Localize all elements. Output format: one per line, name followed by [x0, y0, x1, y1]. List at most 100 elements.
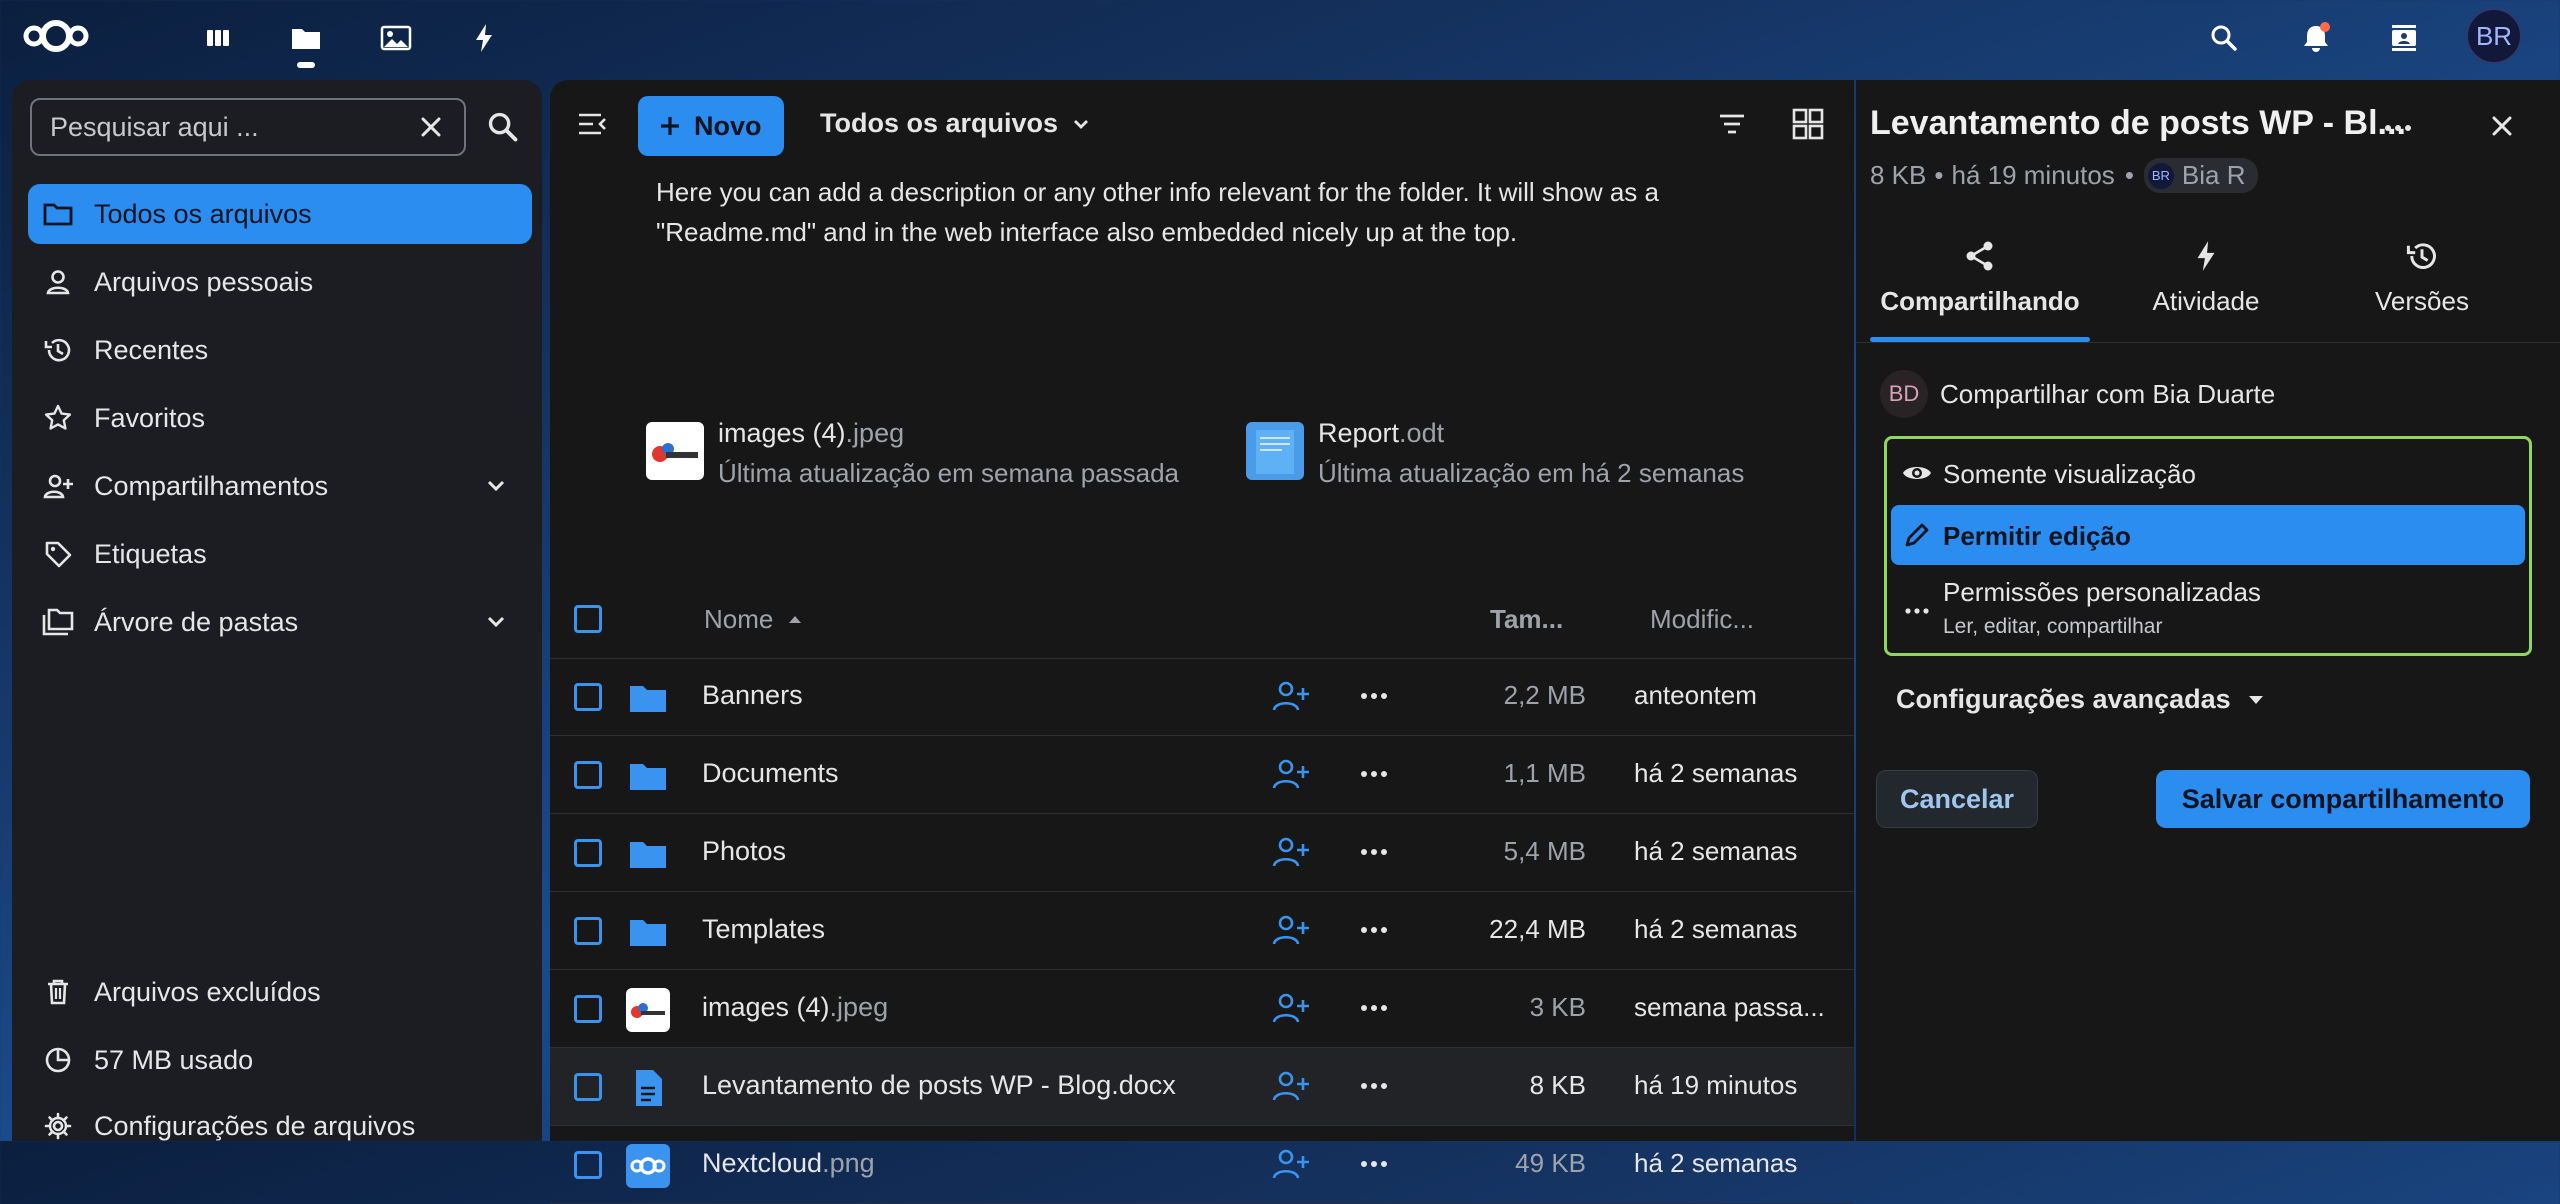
- more-actions-icon[interactable]: [1356, 1068, 1392, 1104]
- owner-chip[interactable]: BR Bia R: [2143, 158, 2258, 193]
- tab-label: Versões: [2375, 286, 2469, 316]
- user-avatar[interactable]: BR: [2466, 8, 2522, 64]
- row-checkbox[interactable]: [574, 995, 602, 1023]
- nav-item-all-files[interactable]: Todos os arquivos: [28, 184, 532, 244]
- more-actions-icon[interactable]: [1356, 1146, 1392, 1182]
- grid-view-icon[interactable]: [1790, 106, 1826, 142]
- column-size-header[interactable]: Tam...: [1490, 604, 1563, 635]
- file-size: 5,4 MB: [1503, 836, 1586, 866]
- tab-versions[interactable]: Versões: [2332, 236, 2512, 342]
- folder-icon: [626, 676, 670, 720]
- more-actions-icon[interactable]: [1356, 912, 1392, 948]
- chevron-down-icon[interactable]: [476, 602, 516, 642]
- sidebar-more-icon[interactable]: [2380, 110, 2416, 146]
- recent-file-card[interactable]: Report.odt Última atualização em há 2 se…: [1246, 410, 1806, 490]
- nav-item-favorites[interactable]: Favoritos: [28, 388, 532, 448]
- row-checkbox[interactable]: [574, 917, 602, 945]
- file-name: Levantamento de posts WP - Blog.docx: [702, 1070, 1176, 1100]
- contacts-icon[interactable]: [2384, 18, 2424, 58]
- table-row[interactable]: Documents 1,1 MB há 2 semanas: [550, 736, 1854, 814]
- permission-allow-edit[interactable]: Permitir edição: [1891, 505, 2525, 565]
- nav-item-settings[interactable]: Configurações de arquivos: [28, 1096, 532, 1156]
- clear-search-icon[interactable]: [416, 112, 446, 142]
- share-icon[interactable]: [1270, 990, 1310, 1026]
- file-size-label: 8 KB: [1870, 160, 1927, 190]
- nav-item-personal-files[interactable]: Arquivos pessoais: [28, 252, 532, 312]
- image-thumbnail: [626, 988, 670, 1032]
- share-icon[interactable]: [1270, 756, 1310, 792]
- notifications-bell-icon[interactable]: [2296, 18, 2336, 58]
- row-checkbox[interactable]: [574, 1151, 602, 1179]
- column-modified-header[interactable]: Modific...: [1650, 604, 1754, 635]
- quota-indicator[interactable]: 57 MB usado: [28, 1030, 532, 1090]
- history-icon: [2402, 236, 2442, 276]
- tab-activity[interactable]: Atividade: [2116, 236, 2296, 342]
- share-recipient: BD Compartilhar com Bia Duarte: [1880, 370, 2275, 418]
- row-checkbox[interactable]: [574, 1073, 602, 1101]
- table-row[interactable]: Banners 2,2 MB anteontem: [550, 658, 1854, 736]
- share-icon[interactable]: [1270, 912, 1310, 948]
- recent-file-name: Report.odt: [1318, 418, 1445, 448]
- table-row[interactable]: Levantamento de posts WP - Blog.docx 8 K…: [550, 1048, 1854, 1126]
- sort-ascending-icon: [785, 610, 805, 630]
- file-size: 2,2 MB: [1503, 680, 1586, 710]
- active-indicator: [297, 62, 315, 68]
- save-share-button[interactable]: Salvar compartilhamento: [2156, 770, 2530, 828]
- star-icon: [38, 398, 78, 438]
- file-modified: anteontem: [1634, 680, 1757, 710]
- search-submit-icon[interactable]: [486, 110, 520, 144]
- share-icon[interactable]: [1270, 1146, 1310, 1182]
- nav-item-folder-tree[interactable]: Árvore de pastas: [28, 592, 532, 652]
- select-all-checkbox[interactable]: [574, 605, 602, 633]
- activity-icon[interactable]: [464, 18, 504, 58]
- more-actions-icon[interactable]: [1356, 678, 1392, 714]
- caret-down-icon: [2245, 689, 2267, 711]
- gear-icon: [38, 1106, 78, 1146]
- share-icon[interactable]: [1270, 1068, 1310, 1104]
- recent-file-card[interactable]: images (4).jpeg Última atualização em se…: [646, 410, 1206, 490]
- table-row[interactable]: Nextcloud.png 49 KB há 2 semanas: [550, 1126, 1854, 1204]
- share-icon: [1960, 236, 2000, 276]
- breadcrumb[interactable]: Todos os arquivos: [820, 108, 1094, 139]
- search-input[interactable]: [32, 100, 448, 154]
- close-icon[interactable]: [2484, 108, 2520, 144]
- column-name-header[interactable]: Nome: [704, 604, 805, 635]
- nav-item-trash[interactable]: Arquivos excluídos: [28, 962, 532, 1022]
- nav-item-recent[interactable]: Recentes: [28, 320, 532, 380]
- chevron-down-icon[interactable]: [476, 466, 516, 506]
- permission-custom[interactable]: Permissões personalizadas Ler, editar, c…: [1891, 569, 2525, 649]
- plus-icon: [658, 114, 682, 138]
- filter-icon[interactable]: [1714, 106, 1750, 142]
- permission-view-only[interactable]: Somente visualização: [1891, 445, 2525, 501]
- tab-sharing[interactable]: Compartilhando: [1870, 236, 2090, 342]
- search-icon[interactable]: [2204, 18, 2244, 58]
- nav-item-shares[interactable]: Compartilhamentos: [28, 456, 532, 516]
- row-checkbox[interactable]: [574, 839, 602, 867]
- more-horizontal-icon: [1899, 593, 1935, 629]
- nextcloud-logo[interactable]: [22, 14, 90, 58]
- row-checkbox[interactable]: [574, 683, 602, 711]
- permissions-menu: Somente visualização Permitir edição Per…: [1884, 436, 2532, 656]
- row-checkbox[interactable]: [574, 761, 602, 789]
- new-button[interactable]: Novo: [638, 96, 784, 156]
- table-row[interactable]: Templates 22,4 MB há 2 semanas: [550, 892, 1854, 970]
- photos-icon[interactable]: [376, 18, 416, 58]
- file-time-label: há 19 minutos: [1951, 160, 2115, 190]
- toggle-navigation-icon[interactable]: [574, 106, 610, 142]
- file-size: 49 KB: [1515, 1148, 1586, 1178]
- new-button-label: Novo: [694, 110, 762, 141]
- advanced-settings-toggle[interactable]: Configurações avançadas: [1896, 684, 2267, 715]
- files-icon[interactable]: [286, 18, 326, 68]
- dashboard-icon[interactable]: [198, 18, 238, 58]
- more-actions-icon[interactable]: [1356, 834, 1392, 870]
- document-thumbnail: [1246, 422, 1304, 480]
- table-row[interactable]: images (4).jpeg 3 KB semana passa...: [550, 970, 1854, 1048]
- more-actions-icon[interactable]: [1356, 756, 1392, 792]
- file-name: Photos: [702, 836, 787, 866]
- share-icon[interactable]: [1270, 678, 1310, 714]
- share-icon[interactable]: [1270, 834, 1310, 870]
- nav-item-tags[interactable]: Etiquetas: [28, 524, 532, 584]
- table-row[interactable]: Photos 5,4 MB há 2 semanas: [550, 814, 1854, 892]
- more-actions-icon[interactable]: [1356, 990, 1392, 1026]
- cancel-button[interactable]: Cancelar: [1876, 770, 2038, 828]
